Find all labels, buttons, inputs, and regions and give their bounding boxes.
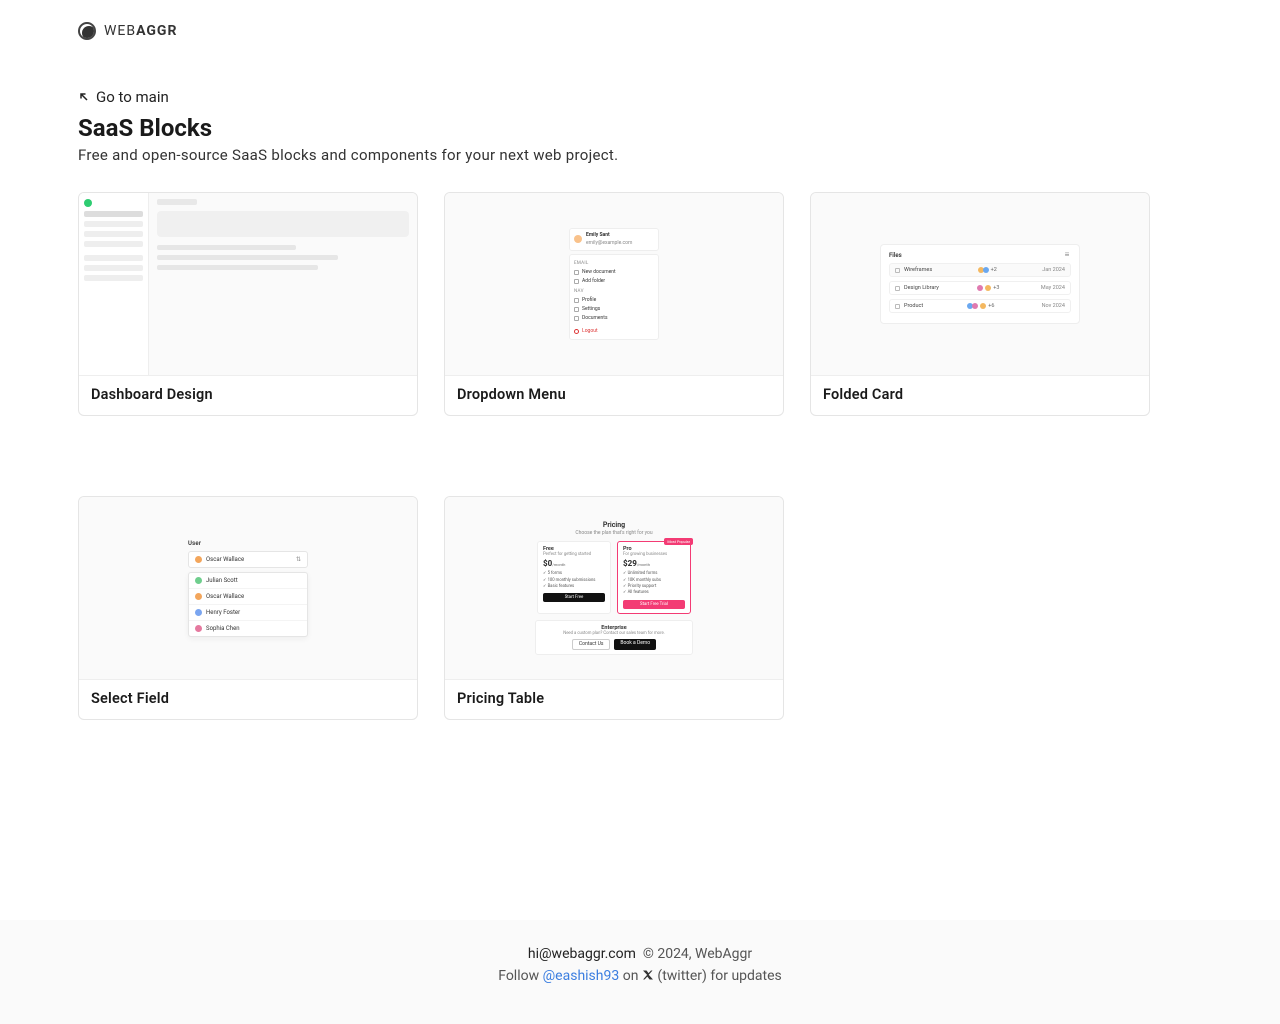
brand-logo[interactable]: WEBAGGR [78,22,1202,40]
card-preview [79,193,417,376]
card-folded-card[interactable]: Files ≡ Wireframes +2 Jan 2024 Design Li… [810,192,1150,416]
card-caption: Dropdown Menu [445,376,783,415]
footer-follow-tail: (twitter) for updates [657,968,781,984]
card-dashboard-design[interactable]: Dashboard Design [78,192,418,416]
go-to-main-link[interactable]: Go to main [78,88,169,106]
x-twitter-icon [642,969,654,981]
brand-text: WEBAGGR [104,23,177,39]
card-caption: Dashboard Design [79,376,417,415]
card-caption: Folded Card [811,376,1149,415]
card-preview: Emily Sant emily@example.com Email New d… [445,193,783,376]
card-select-field[interactable]: User Oscar Wallace ⇅ Julian Scott Oscar … [78,496,418,720]
block-grid: Dashboard Design Emily Sant emily@exampl… [78,192,1202,720]
site-footer: hi@webaggr.com © 2024, WebAggr Follow @e… [0,920,1280,1024]
logo-icon [78,22,96,40]
card-preview: Files ≡ Wireframes +2 Jan 2024 Design Li… [811,193,1149,376]
page-subtitle: Free and open-source SaaS blocks and com… [78,146,1202,164]
card-caption: Select Field [79,680,417,719]
footer-follow-pre: Follow [498,968,539,984]
footer-email-link[interactable]: hi@webaggr.com [528,946,636,962]
card-caption: Pricing Table [445,680,783,719]
footer-twitter-handle[interactable]: @eashish93 [543,968,620,984]
card-pricing-table[interactable]: Pricing Choose the plan that's right for… [444,496,784,720]
go-to-main-label: Go to main [96,88,169,106]
card-preview: Pricing Choose the plan that's right for… [445,497,783,680]
menu-icon: ≡ [1063,251,1071,259]
page-title: SaaS Blocks [78,114,1202,142]
footer-copyright: © 2024, WebAggr [639,946,752,962]
card-preview: User Oscar Wallace ⇅ Julian Scott Oscar … [79,497,417,680]
card-dropdown-menu[interactable]: Emily Sant emily@example.com Email New d… [444,192,784,416]
chevron-updown-icon: ⇅ [296,556,301,563]
arrow-up-left-icon [78,91,90,103]
